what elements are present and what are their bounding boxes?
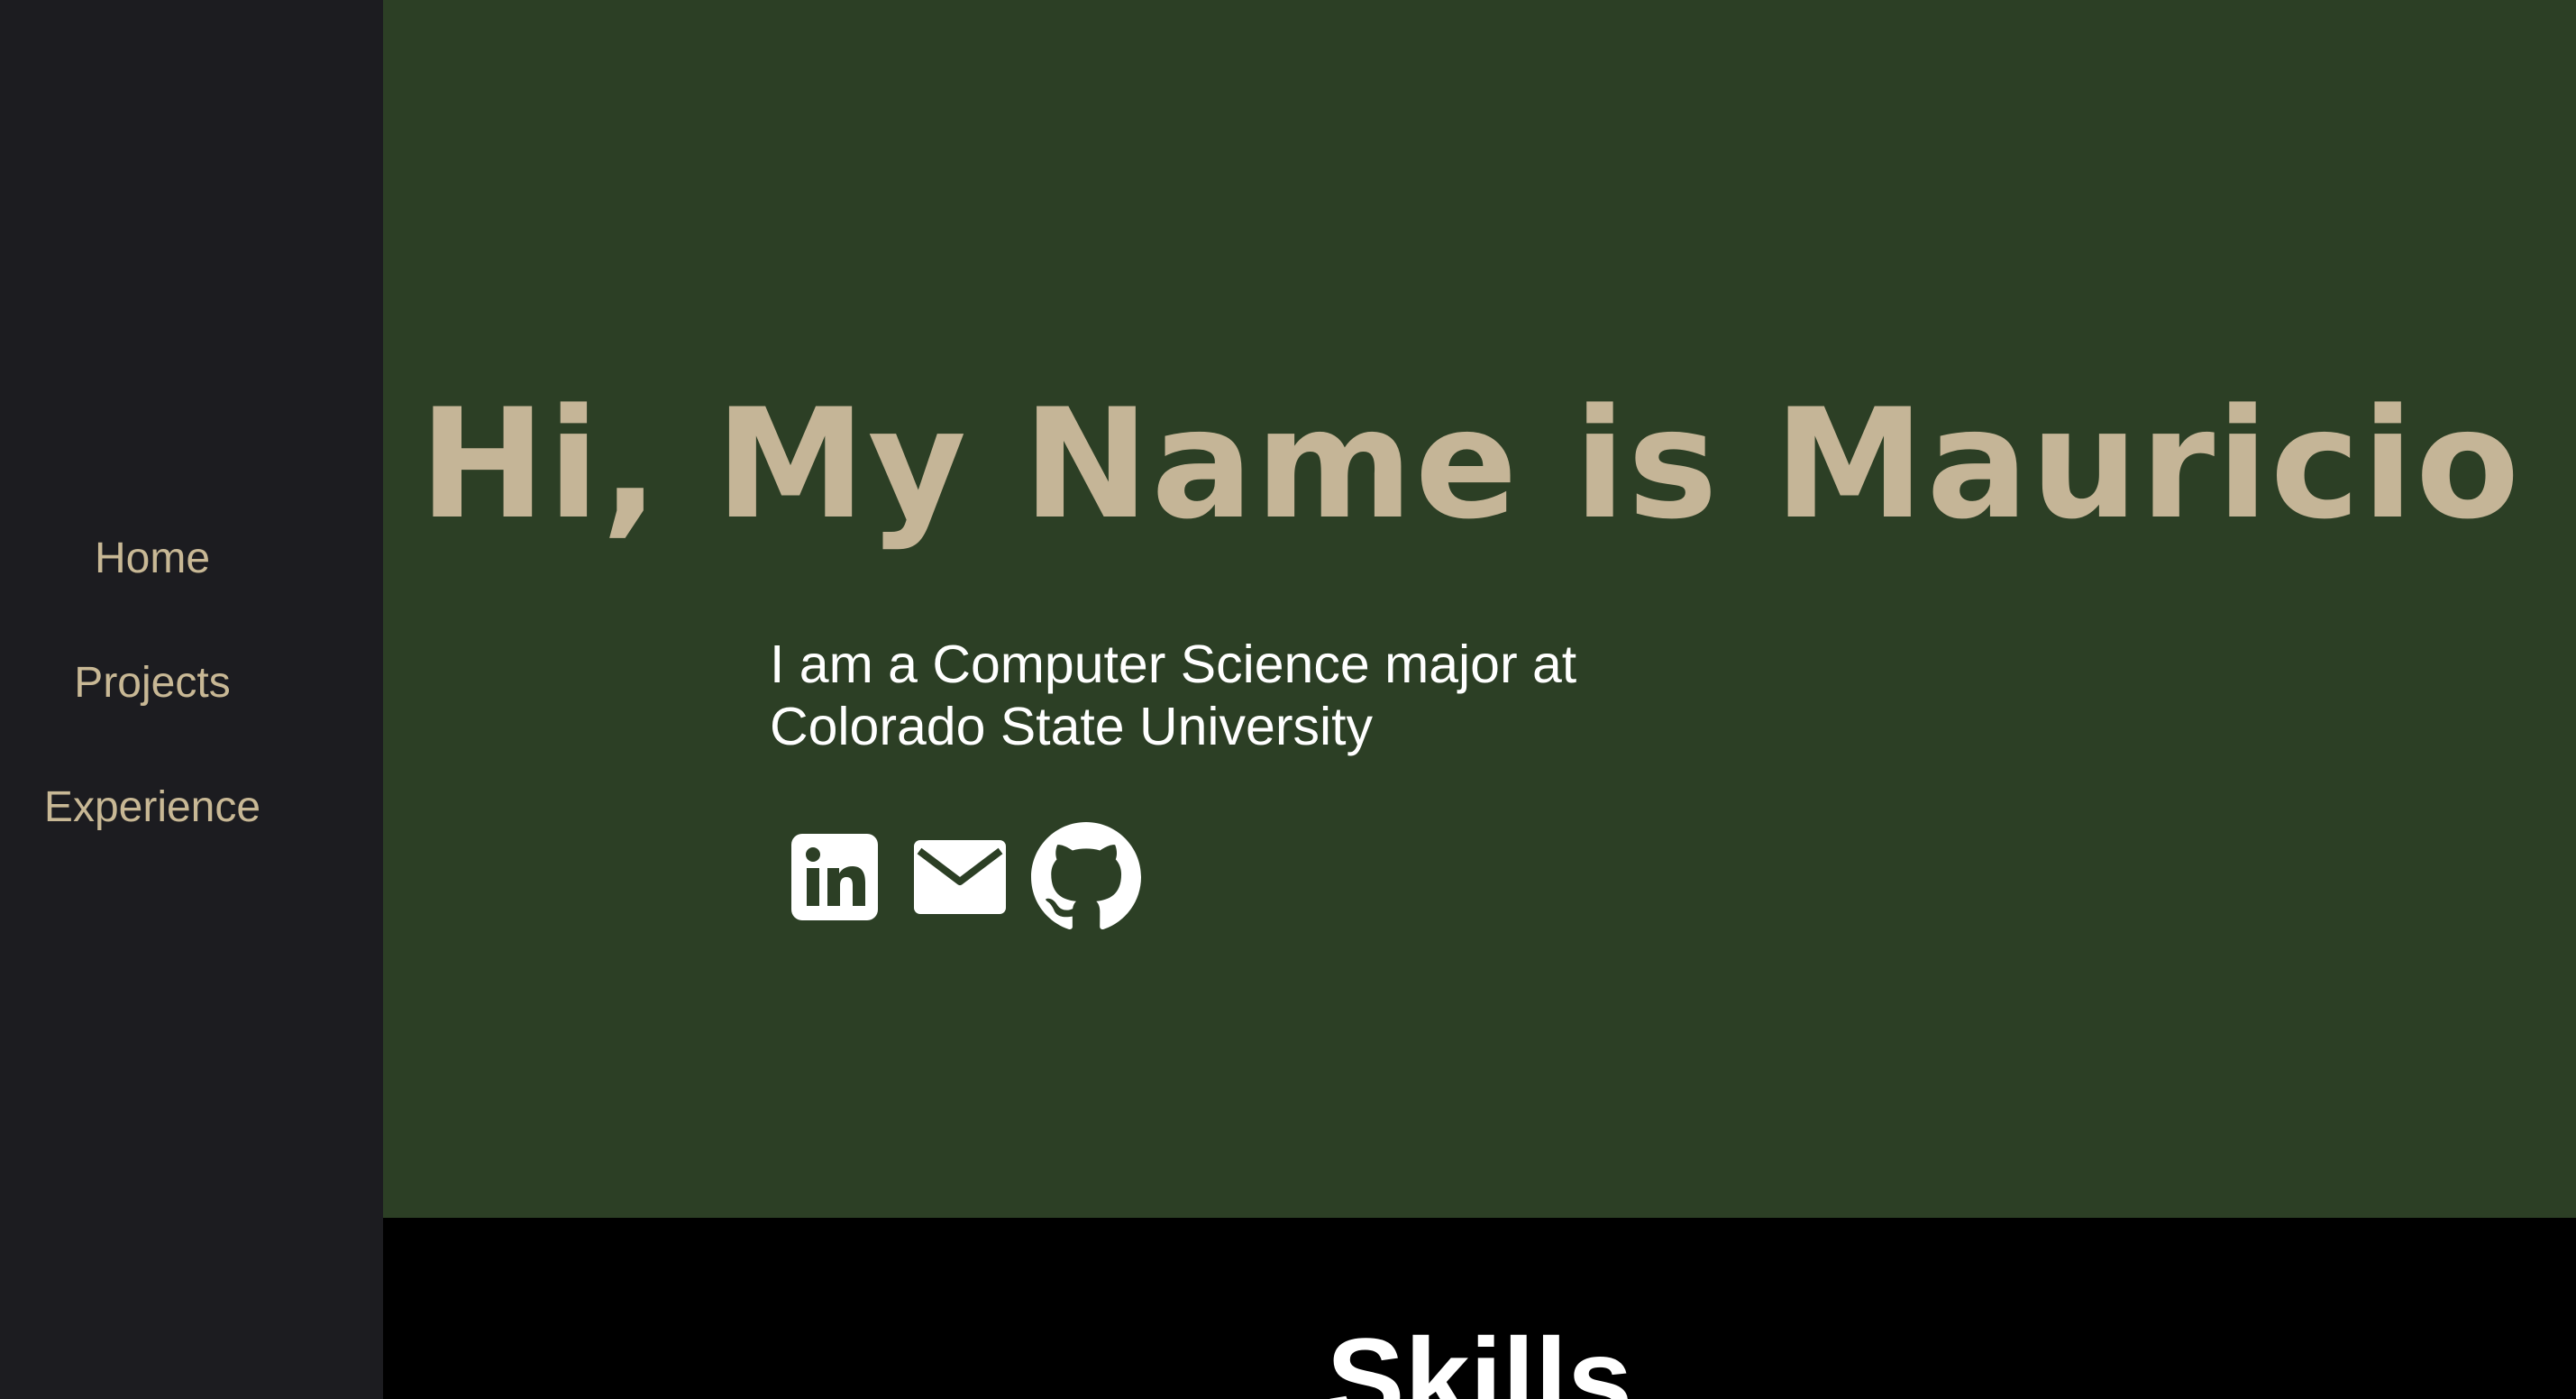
email-link[interactable]: [914, 840, 1006, 914]
github-link[interactable]: [1031, 822, 1141, 932]
nav-item-projects[interactable]: Projects: [0, 656, 305, 710]
linkedin-icon: [791, 834, 878, 920]
sidebar-nav: Home Projects Experience: [0, 532, 305, 905]
linkedin-link[interactable]: [791, 834, 878, 920]
skills-section: Skills: [383, 1218, 2576, 1399]
skills-heading: Skills: [1326, 1313, 1633, 1399]
github-icon: [1031, 822, 1141, 929]
sidebar: Home Projects Experience: [0, 0, 383, 1399]
hero-section: Hi, My Name is Mauricio I am a Computer …: [383, 0, 2576, 1218]
social-links: [791, 820, 1141, 934]
hero-intro: I am a Computer Science major at Colorad…: [770, 635, 1577, 756]
nav-item-experience[interactable]: Experience: [0, 781, 305, 835]
hero-title: Hi, My Name is Mauricio: [419, 376, 2522, 553]
email-icon: [914, 840, 1006, 914]
nav-item-home[interactable]: Home: [0, 532, 305, 586]
